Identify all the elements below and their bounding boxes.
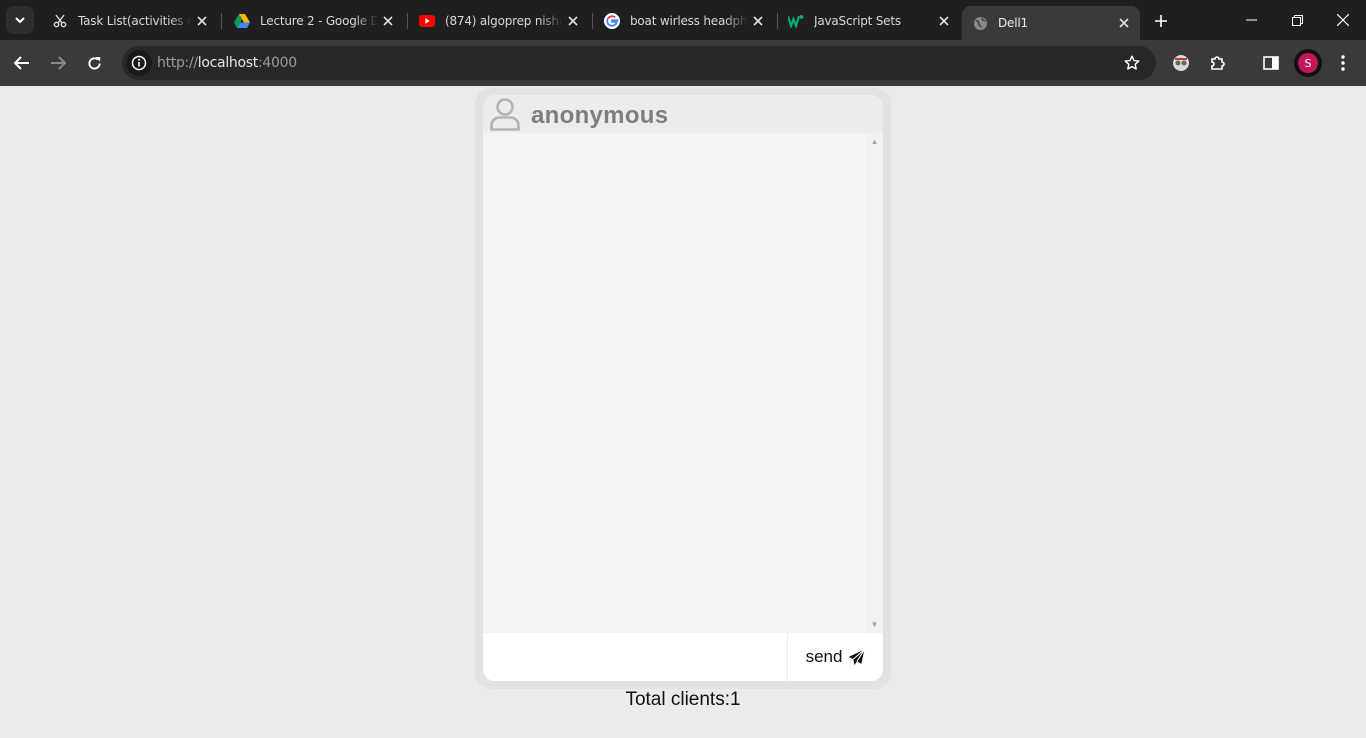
- username: anonymous: [531, 102, 669, 129]
- close-icon: [1337, 14, 1349, 26]
- tab-dell1[interactable]: Dell1: [962, 6, 1140, 40]
- tab-title: Lecture 2 - Google Drive: [260, 14, 378, 28]
- profile-initial: S: [1298, 53, 1318, 73]
- reload-button[interactable]: [80, 49, 108, 77]
- chat-window: anonymous ▲ ▼ send: [475, 88, 891, 689]
- url-scheme: http://: [157, 55, 198, 71]
- puzzle-icon: [1211, 56, 1225, 70]
- close-window-button[interactable]: [1320, 0, 1366, 40]
- arrow-left-icon: [14, 56, 29, 70]
- globe-icon: [972, 15, 988, 31]
- message-input[interactable]: [483, 633, 787, 681]
- profile-avatar[interactable]: S: [1294, 49, 1322, 77]
- minimize-icon: [1245, 19, 1257, 21]
- extension-button[interactable]: [1168, 50, 1194, 76]
- url-text[interactable]: http://localhost:4000: [157, 55, 297, 71]
- message-composer: send: [483, 633, 883, 681]
- send-label: send: [805, 647, 843, 666]
- plus-icon: [1155, 15, 1167, 27]
- close-tab-icon[interactable]: [1114, 13, 1134, 33]
- send-button[interactable]: send: [787, 633, 883, 681]
- site-info-button[interactable]: [126, 50, 152, 76]
- more-vertical-icon: [1341, 55, 1345, 71]
- google-drive-icon: [234, 13, 250, 29]
- total-clients-text: Total clients:1: [625, 689, 741, 710]
- tab-google-drive[interactable]: Lecture 2 - Google Drive: [224, 6, 404, 36]
- tab-search-button[interactable]: [6, 6, 34, 34]
- browser-toolbar: http://localhost:4000 S: [0, 40, 1366, 86]
- extensions-menu-button[interactable]: [1205, 50, 1231, 76]
- new-tab-button[interactable]: [1148, 8, 1174, 34]
- star-icon: [1124, 55, 1140, 70]
- scissors-icon: [52, 13, 68, 29]
- close-tab-icon[interactable]: [563, 11, 583, 31]
- tab-divider: [221, 13, 222, 29]
- chevron-down-icon: [15, 17, 25, 24]
- tab-divider: [592, 13, 593, 29]
- restore-icon: [1291, 14, 1303, 26]
- close-tab-icon[interactable]: [378, 11, 398, 31]
- tab-title: JavaScript Sets: [814, 14, 901, 28]
- scroll-up-arrow[interactable]: ▲: [866, 133, 883, 150]
- message-list[interactable]: ▲ ▼: [483, 133, 883, 633]
- tab-google-search[interactable]: boat wirless headphones: [594, 6, 774, 36]
- tab-divider: [407, 13, 408, 29]
- tab-title: boat wirless headphones: [630, 14, 748, 28]
- chat-header: anonymous: [483, 95, 883, 133]
- close-tab-icon[interactable]: [934, 11, 954, 31]
- reload-icon: [87, 56, 101, 69]
- side-panel-button[interactable]: [1258, 50, 1284, 76]
- tab-title: Dell1: [998, 16, 1028, 30]
- w3-icon: [788, 13, 804, 29]
- back-button[interactable]: [8, 49, 36, 77]
- bookmark-button[interactable]: [1120, 51, 1144, 75]
- tab-strip: Task List(activities management) Lecture…: [0, 0, 1366, 40]
- side-panel-icon: [1263, 56, 1279, 70]
- browser-menu-button[interactable]: [1330, 50, 1356, 76]
- address-bar[interactable]: http://localhost:4000: [122, 46, 1156, 80]
- arrow-right-icon: [51, 56, 66, 70]
- user-icon: [490, 98, 520, 131]
- paper-plane-icon: [848, 648, 866, 665]
- message-scrollbar[interactable]: ▲ ▼: [866, 133, 883, 633]
- tab-title: (874) algoprep nishant: [445, 14, 563, 28]
- forward-button[interactable]: [44, 49, 72, 77]
- tab-title: Task List(activities management): [78, 14, 192, 28]
- minimize-button[interactable]: [1228, 0, 1274, 40]
- close-tab-icon[interactable]: [192, 11, 212, 31]
- url-port: :4000: [257, 55, 297, 71]
- info-icon: [131, 55, 147, 71]
- google-icon: [604, 13, 620, 29]
- close-tab-icon[interactable]: [748, 11, 768, 31]
- extension-face-icon: [1173, 55, 1189, 71]
- url-host: localhost: [197, 55, 258, 71]
- tab-youtube[interactable]: (874) algoprep nishant: [409, 6, 589, 36]
- tab-task-list[interactable]: Task List(activities management): [42, 6, 218, 36]
- youtube-icon: [419, 13, 435, 29]
- tab-javascript-sets[interactable]: JavaScript Sets: [778, 6, 960, 36]
- restore-button[interactable]: [1274, 0, 1320, 40]
- scroll-down-arrow[interactable]: ▼: [866, 616, 883, 633]
